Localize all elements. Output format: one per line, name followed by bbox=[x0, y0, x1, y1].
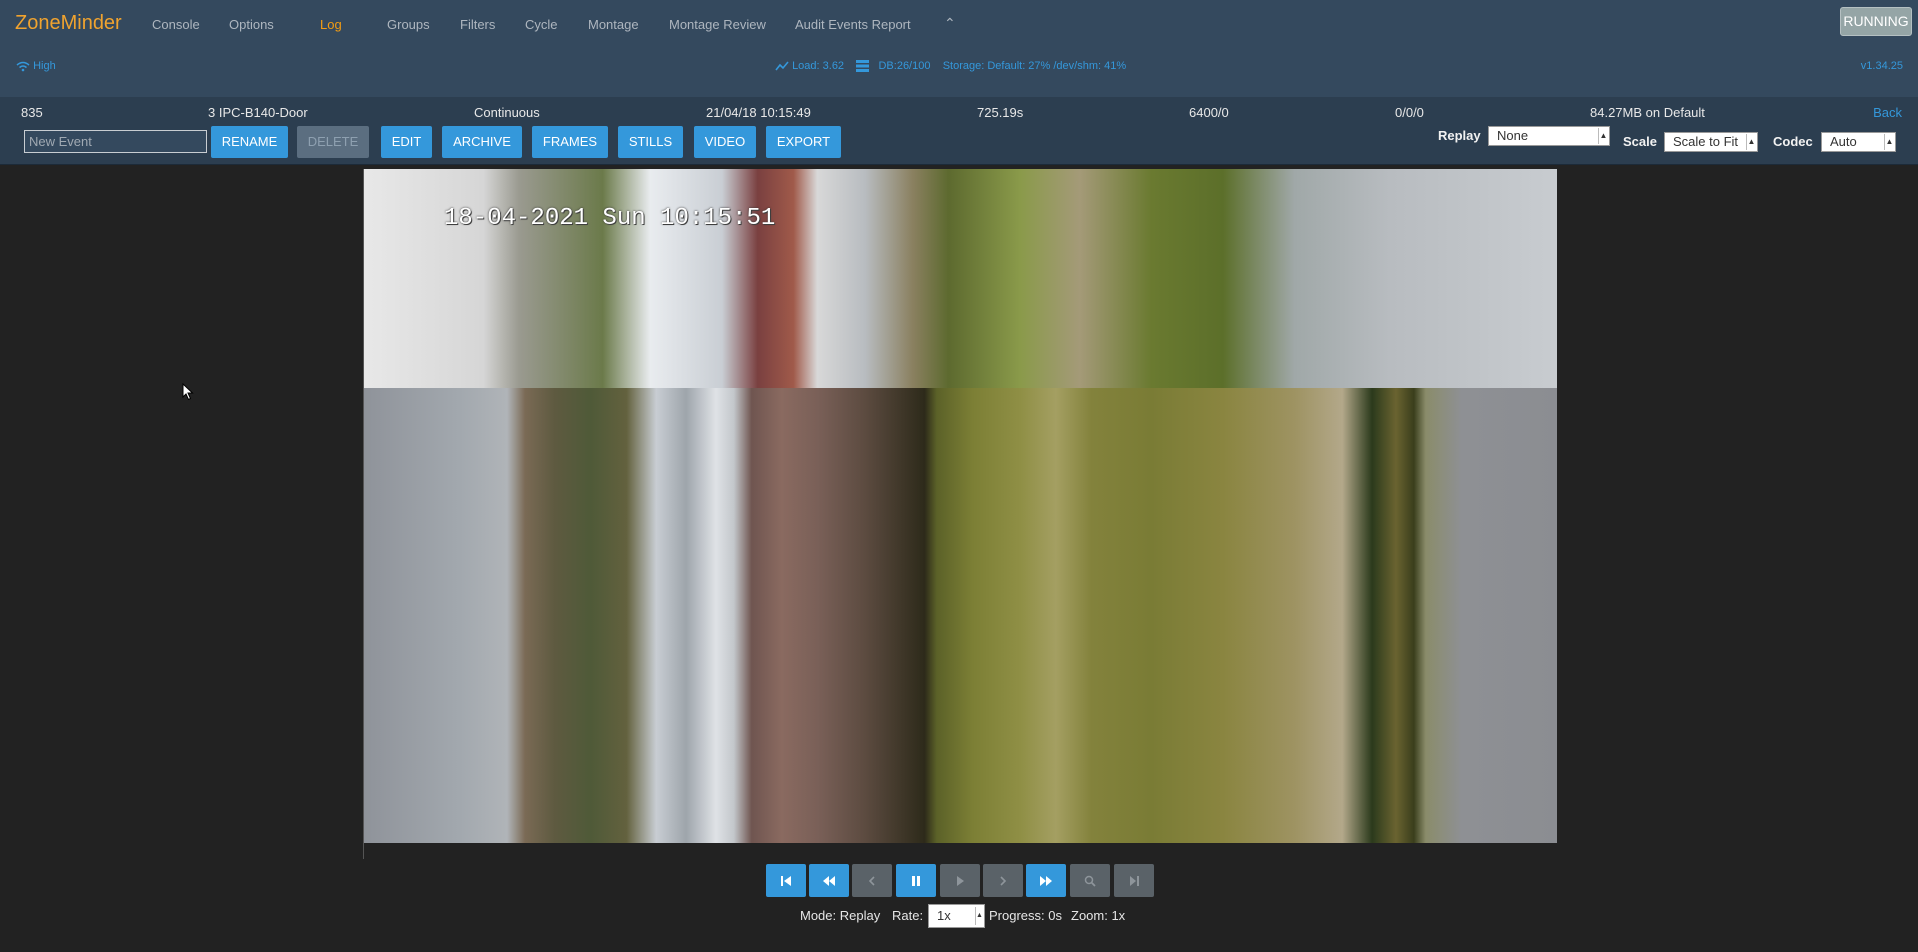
event-disk-usage: 84.27MB on Default bbox=[1590, 105, 1705, 120]
event-id: 835 bbox=[21, 105, 43, 120]
zoom-out-icon bbox=[1084, 875, 1096, 887]
scale-select[interactable]: Scale to Fit ▲ bbox=[1664, 132, 1758, 152]
scale-label: Scale bbox=[1623, 134, 1657, 149]
playback-progress: Progress: 0s bbox=[989, 908, 1062, 923]
pause-icon bbox=[912, 875, 920, 886]
collapse-chevron-icon[interactable]: ⌃ bbox=[944, 15, 956, 32]
rename-button[interactable]: RENAME bbox=[211, 126, 288, 158]
nav-log[interactable]: Log bbox=[320, 17, 342, 32]
chevron-down-icon: ▲ bbox=[1598, 128, 1608, 144]
chevron-down-icon: ▲ bbox=[975, 907, 983, 925]
scale-select-value: Scale to Fit bbox=[1673, 134, 1739, 149]
nav-console[interactable]: Console bbox=[152, 17, 200, 32]
load-status: Load: 3.62 bbox=[792, 60, 845, 72]
event-video-player[interactable]: 18-04-2021 Sun 10:15:51 bbox=[364, 169, 1557, 843]
step-forward-button[interactable] bbox=[983, 864, 1023, 897]
mouse-cursor-icon bbox=[182, 383, 194, 401]
delete-button[interactable]: DELETE bbox=[297, 126, 369, 158]
storage-status: Storage: Default: 27% /dev/shm: 41% bbox=[942, 60, 1127, 72]
stills-button[interactable]: STILLS bbox=[618, 126, 683, 158]
event-score: 0/0/0 bbox=[1395, 105, 1424, 120]
pause-button[interactable] bbox=[896, 864, 936, 897]
chart-line-icon bbox=[775, 60, 792, 72]
fast-backward-icon bbox=[781, 875, 791, 886]
play-button[interactable] bbox=[940, 864, 980, 897]
brand-logo[interactable]: ZoneMinder bbox=[15, 12, 122, 35]
step-back-button[interactable] bbox=[852, 864, 892, 897]
next-event-button[interactable] bbox=[1114, 864, 1154, 897]
event-duration: 725.19s bbox=[977, 105, 1024, 120]
nav-cycle[interactable]: Cycle bbox=[525, 17, 558, 32]
system-status: Load: 3.62 DB:26/100 Storage: Default: 2… bbox=[775, 60, 1127, 73]
wifi-icon bbox=[16, 60, 33, 72]
step-forward-icon bbox=[1000, 875, 1007, 886]
replay-label: Replay bbox=[1438, 128, 1481, 143]
playback-zoom: Zoom: 1x bbox=[1071, 908, 1126, 923]
video-frame-smear bbox=[364, 388, 1557, 843]
back-link[interactable]: Back bbox=[1873, 105, 1902, 120]
playback-mode: Mode: Replay bbox=[800, 908, 881, 923]
chevron-down-icon: ▲ bbox=[1746, 134, 1756, 150]
frames-button[interactable]: FRAMES bbox=[532, 126, 608, 158]
zoom-out-button[interactable] bbox=[1070, 864, 1110, 897]
chevron-down-icon: ▲ bbox=[1884, 134, 1894, 150]
top-navbar: ZoneMinder Console Options Log Groups Fi… bbox=[0, 0, 1918, 97]
state-running-button[interactable]: RUNNING bbox=[1840, 7, 1912, 36]
archive-button[interactable]: ARCHIVE bbox=[442, 126, 522, 158]
version-label: v1.34.25 bbox=[1860, 60, 1903, 72]
export-button[interactable]: EXPORT bbox=[766, 126, 841, 158]
database-icon bbox=[856, 60, 872, 73]
video-osd-timestamp: 18-04-2021 Sun 10:15:51 bbox=[444, 205, 776, 232]
rewind-icon bbox=[823, 875, 835, 886]
bandwidth-label: High bbox=[33, 60, 56, 72]
fast-forward-button[interactable] bbox=[1026, 864, 1066, 897]
rate-label: Rate: bbox=[892, 908, 924, 923]
rewind-button[interactable] bbox=[809, 864, 849, 897]
nav-groups[interactable]: Groups bbox=[387, 17, 430, 32]
bandwidth-status[interactable]: High bbox=[16, 60, 56, 72]
nav-audit-events-report[interactable]: Audit Events Report bbox=[795, 17, 911, 32]
event-monitor[interactable]: 3 IPC-B140-Door bbox=[208, 105, 308, 120]
fast-backward-button[interactable] bbox=[766, 864, 806, 897]
nav-montage-review[interactable]: Montage Review bbox=[669, 17, 766, 32]
replay-select[interactable]: None ▲ bbox=[1488, 126, 1610, 146]
nav-options[interactable]: Options bbox=[229, 17, 274, 32]
video-frame-top bbox=[364, 169, 1557, 388]
rate-select-value: 1x bbox=[937, 908, 951, 923]
db-status: DB:26/100 bbox=[878, 60, 931, 72]
play-icon bbox=[957, 875, 964, 886]
codec-label: Codec bbox=[1773, 134, 1813, 149]
nav-filters[interactable]: Filters bbox=[460, 17, 495, 32]
step-back-icon bbox=[868, 875, 875, 886]
event-cause: Continuous bbox=[474, 105, 540, 120]
next-event-icon bbox=[1130, 875, 1139, 886]
event-time: 21/04/18 10:15:49 bbox=[706, 105, 811, 120]
replay-select-value: None bbox=[1497, 128, 1529, 143]
edit-button[interactable]: EDIT bbox=[381, 126, 432, 158]
event-toolbar: 835 3 IPC-B140-Door Continuous 21/04/18 … bbox=[0, 97, 1918, 165]
video-button[interactable]: VIDEO bbox=[694, 126, 756, 158]
codec-select-value: Auto bbox=[1830, 134, 1857, 149]
event-frames[interactable]: 6400/0 bbox=[1189, 105, 1229, 120]
event-name-input[interactable] bbox=[24, 130, 207, 153]
rate-select[interactable]: 1x ▲ bbox=[928, 904, 985, 928]
codec-select[interactable]: Auto ▲ bbox=[1821, 132, 1896, 152]
fast-forward-icon bbox=[1040, 875, 1052, 886]
nav-montage[interactable]: Montage bbox=[588, 17, 639, 32]
